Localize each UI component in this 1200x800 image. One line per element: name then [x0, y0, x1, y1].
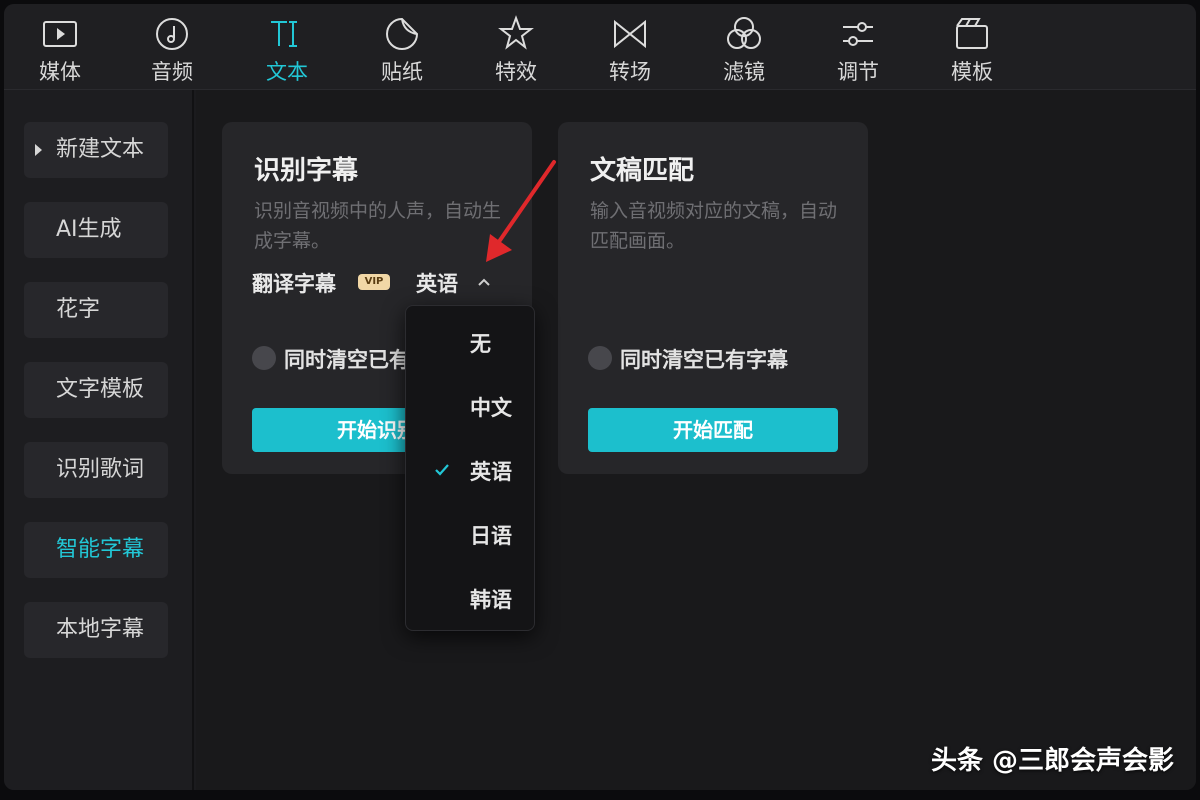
card-description: 输入音视频对应的文稿，自动匹配画面。 — [590, 200, 838, 252]
option-label: 无 — [470, 332, 491, 356]
tab-media[interactable]: 媒体 — [20, 10, 100, 86]
check-icon — [435, 464, 449, 476]
dropdown-option-chinese[interactable]: 中文 — [406, 383, 534, 433]
sidebar-item-new-text[interactable]: 新建文本 — [24, 122, 168, 178]
card-title: 文稿匹配 — [590, 156, 695, 186]
tab-adjust[interactable]: 调节 — [818, 10, 898, 86]
transition-icon — [614, 19, 646, 49]
sidebar-item-label: 识别歌词 — [56, 457, 145, 482]
audio-icon — [156, 18, 188, 50]
text-icon — [271, 21, 297, 47]
tab-label: 贴纸 — [381, 60, 423, 84]
dropdown-option-korean[interactable]: 韩语 — [406, 575, 534, 625]
caret-right-icon — [35, 144, 42, 156]
sidebar-item-label: 本地字幕 — [56, 617, 145, 642]
checkbox-label: 同时清空已有字幕 — [620, 348, 788, 372]
app-window: 媒体 音频 文本 贴纸 特效 转场 滤镜 调节 模板 新建文本 AI生成 花字 … — [4, 4, 1196, 790]
sidebar-item-label: 智能字幕 — [56, 537, 145, 562]
translate-label: 翻译字幕 — [252, 272, 336, 296]
card-title: 识别字幕 — [254, 156, 359, 186]
watermark: 头条 @三郎会声会影 — [930, 746, 1174, 776]
clear-existing-checkbox[interactable] — [588, 346, 612, 370]
option-label: 韩语 — [470, 588, 512, 612]
option-label: 日语 — [470, 524, 512, 548]
sticker-icon — [386, 17, 419, 50]
start-match-button[interactable]: 开始匹配 — [588, 408, 838, 452]
effects-icon — [498, 15, 534, 50]
tab-label: 调节 — [837, 60, 879, 84]
clear-existing-row: 同时清空已有字幕 — [588, 344, 868, 374]
annotation-arrow-icon — [486, 160, 556, 262]
sidebar-item-label: 新建文本 — [56, 137, 145, 162]
adjust-icon — [843, 22, 873, 46]
tab-label: 滤镜 — [723, 60, 765, 84]
sidebar-item-ai-generate[interactable]: AI生成 — [24, 202, 168, 258]
filter-icon — [727, 17, 761, 49]
tab-filter[interactable]: 滤镜 — [704, 10, 784, 86]
option-label: 英语 — [470, 460, 512, 484]
tab-sticker[interactable]: 贴纸 — [362, 10, 442, 86]
script-match-card: 文稿匹配 输入音视频对应的文稿，自动匹配画面。 同时清空已有字幕 开始匹配 — [558, 122, 868, 474]
tab-text[interactable]: 文本 — [247, 10, 327, 86]
top-toolbar: 媒体 音频 文本 贴纸 特效 转场 滤镜 调节 模板 — [4, 4, 1196, 90]
main-panel: 识别字幕 识别音视频中的人声，自动生成字幕。 翻译字幕 VIP 英语 同时清空已… — [196, 90, 1196, 790]
tab-transition[interactable]: 转场 — [590, 10, 670, 86]
template-icon — [956, 18, 988, 49]
dropdown-option-english[interactable]: 英语 — [406, 447, 534, 497]
sidebar-item-label: 花字 — [56, 297, 101, 322]
clear-existing-checkbox[interactable] — [252, 346, 276, 370]
sidebar-item-text-template[interactable]: 文字模板 — [24, 362, 168, 418]
sidebar-item-label: AI生成 — [56, 217, 122, 242]
tab-template[interactable]: 模板 — [932, 10, 1012, 86]
sidebar-item-local-subtitles[interactable]: 本地字幕 — [24, 602, 168, 658]
vip-badge: VIP — [358, 274, 390, 290]
card-description: 识别音视频中的人声，自动生成字幕。 — [254, 200, 502, 252]
dropdown-option-japanese[interactable]: 日语 — [406, 511, 534, 561]
sidebar-item-fancy-text[interactable]: 花字 — [24, 282, 168, 338]
sidebar-item-label: 文字模板 — [56, 377, 145, 402]
media-icon — [43, 21, 77, 47]
tab-label: 媒体 — [39, 60, 81, 84]
chevron-up-icon — [478, 278, 490, 286]
tab-audio[interactable]: 音频 — [132, 10, 212, 86]
tab-label: 特效 — [495, 60, 537, 84]
dropdown-option-none[interactable]: 无 — [406, 319, 534, 369]
tab-label: 音频 — [151, 60, 193, 84]
sidebar-item-smart-subtitles[interactable]: 智能字幕 — [24, 522, 168, 578]
tab-label: 转场 — [609, 60, 651, 84]
option-label: 中文 — [470, 396, 512, 420]
tab-effects[interactable]: 特效 — [476, 10, 556, 86]
language-dropdown-menu: 无 中文 英语 日语 韩语 — [405, 305, 535, 631]
tab-label: 文本 — [266, 60, 308, 84]
sidebar-item-recognize-lyrics[interactable]: 识别歌词 — [24, 442, 168, 498]
language-select-value: 英语 — [416, 272, 458, 296]
sidebar: 新建文本 AI生成 花字 文字模板 识别歌词 智能字幕 本地字幕 — [4, 90, 194, 790]
tab-label: 模板 — [951, 60, 993, 84]
